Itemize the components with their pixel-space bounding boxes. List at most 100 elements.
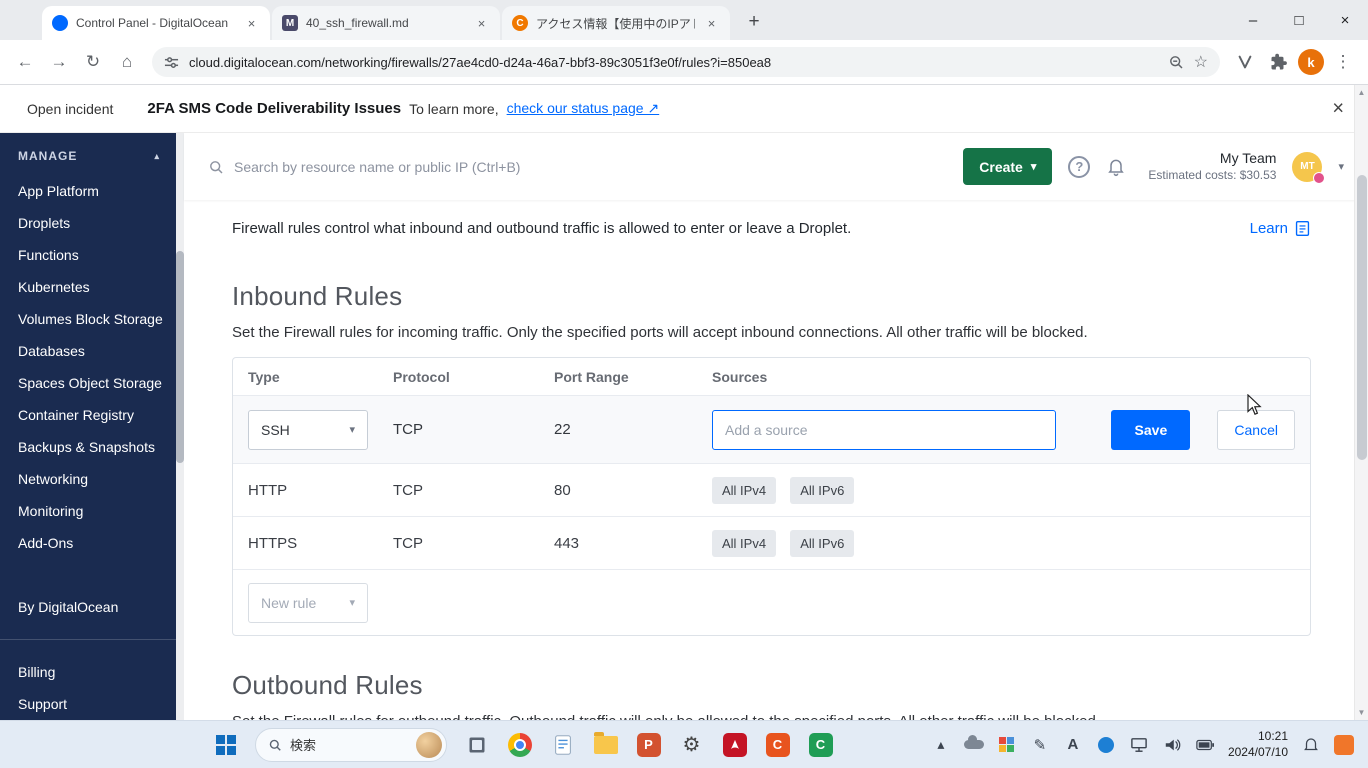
extensions-puzzle-icon[interactable] <box>1264 47 1294 77</box>
sidebar-section-manage[interactable]: MANAGE ▴ <box>0 139 184 175</box>
scroll-down-icon[interactable]: ▼ <box>1355 708 1368 717</box>
acrobat-icon[interactable] <box>721 731 748 758</box>
screen: Control Panel - DigitalOcean × M 40_ssh_… <box>0 0 1368 768</box>
app-red-icon[interactable]: C <box>764 731 791 758</box>
sidebar-item-billing[interactable]: Billing <box>0 656 184 688</box>
volume-icon[interactable] <box>1162 735 1182 755</box>
file-explorer-icon[interactable] <box>592 731 619 758</box>
settings-gear-icon[interactable]: ⚙ <box>678 731 705 758</box>
tray-chevron-icon[interactable]: ▴ <box>931 735 951 755</box>
sidebar-item-by-digitalocean[interactable]: By DigitalOcean <box>0 591 184 623</box>
new-rule-select[interactable]: New rule ▾ <box>248 582 368 623</box>
sidebar-item-app-platform[interactable]: App Platform <box>0 175 184 207</box>
sidebar-scrollbar-thumb[interactable] <box>176 251 184 463</box>
sidebar-item-spaces[interactable]: Spaces Object Storage <box>0 367 184 399</box>
sidebar-item-networking[interactable]: Networking <box>0 463 184 495</box>
sidebar-item-backups[interactable]: Backups & Snapshots <box>0 431 184 463</box>
sidebar-item-functions[interactable]: Functions <box>0 239 184 271</box>
rule-sources: All IPv4 All IPv6 <box>712 529 1295 557</box>
create-button[interactable]: Create ▾ <box>963 148 1053 185</box>
sidebar-item-addons[interactable]: Add-Ons <box>0 527 184 559</box>
back-button[interactable]: ← <box>10 47 40 77</box>
status-page-link[interactable]: check our status page ↗ <box>507 100 660 117</box>
scroll-up-icon[interactable]: ▲ <box>1355 88 1368 97</box>
home-button[interactable]: ⌂ <box>112 47 142 77</box>
notifications-bell-icon[interactable] <box>1106 157 1126 177</box>
rule-type-value: SSH <box>261 421 290 438</box>
reload-button[interactable]: ↻ <box>78 47 108 77</box>
browser-menu-icon[interactable]: ⋮ <box>1328 47 1358 77</box>
bookmark-star-icon[interactable]: ☆ <box>1194 52 1208 72</box>
chevron-down-icon[interactable]: ▾ <box>1338 160 1344 173</box>
minimize-button[interactable]: – <box>1230 0 1276 40</box>
address-bar[interactable]: cloud.digitalocean.com/networking/firewa… <box>152 47 1220 77</box>
search-input[interactable] <box>234 158 664 175</box>
c-site-favicon: C <box>512 15 528 31</box>
rule-type-select[interactable]: SSH ▾ <box>248 409 368 450</box>
notepad-app-icon[interactable] <box>549 731 576 758</box>
digitalocean-favicon <box>52 15 68 31</box>
clock-time: 10:21 <box>1257 728 1288 743</box>
chevron-down-icon: ▾ <box>349 597 355 609</box>
tab-close-icon[interactable]: × <box>473 15 490 32</box>
notification-center-icon[interactable] <box>1301 735 1321 755</box>
sidebar-item-kubernetes[interactable]: Kubernetes <box>0 271 184 303</box>
add-source-input[interactable] <box>712 409 1056 450</box>
clock-date: 2024/07/10 <box>1227 744 1288 759</box>
banner-close-icon[interactable]: × <box>1332 97 1344 120</box>
start-button[interactable] <box>212 731 239 758</box>
page-scrollbar-thumb[interactable] <box>1357 175 1367 460</box>
sidebar-item-droplets[interactable]: Droplets <box>0 207 184 239</box>
https-rule-row[interactable]: HTTPS TCP 443 All IPv4 All IPv6 <box>233 516 1310 569</box>
maximize-button[interactable]: □ <box>1276 0 1322 40</box>
rule-protocol: TCP <box>393 481 423 499</box>
taskbar-search[interactable]: 検索 <box>255 727 447 762</box>
tab-close-icon[interactable]: × <box>243 15 260 32</box>
zoom-icon[interactable] <box>1168 54 1184 70</box>
tab-digitalocean[interactable]: Control Panel - DigitalOcean × <box>42 6 270 40</box>
browser-profile-avatar[interactable]: k <box>1298 49 1324 75</box>
extension-shield-icon[interactable] <box>1230 47 1260 77</box>
learn-link[interactable]: Learn <box>1250 220 1311 237</box>
chrome-icon[interactable] <box>506 731 533 758</box>
tab-access-info[interactable]: C アクセス情報【使用中のIPアドレス… × <box>502 6 730 40</box>
http-rule-row[interactable]: HTTP TCP 80 All IPv4 All IPv6 <box>233 463 1310 516</box>
battery-icon[interactable] <box>1195 735 1215 755</box>
table-header-row: Type Protocol Port Range Sources <box>233 358 1310 395</box>
pen-icon[interactable]: ✎ <box>1030 735 1050 755</box>
page-scrollbar[interactable]: ▲ ▼ <box>1354 85 1368 720</box>
sidebar: MANAGE ▴ App Platform Droplets Functions… <box>0 133 184 720</box>
ime-mode-indicator[interactable]: A <box>1063 735 1083 755</box>
tab-close-icon[interactable]: × <box>703 15 720 32</box>
forward-button[interactable]: → <box>44 47 74 77</box>
cancel-button[interactable]: Cancel <box>1217 409 1295 450</box>
task-view-icon[interactable] <box>463 731 490 758</box>
team-avatar[interactable]: MT <box>1292 151 1326 184</box>
tab-markdown-file[interactable]: M 40_ssh_firewall.md × <box>272 6 500 40</box>
teams-status-icon[interactable] <box>1096 735 1116 755</box>
tray-app-badge-icon[interactable] <box>1334 734 1354 755</box>
taskbar-clock[interactable]: 10:21 2024/07/10 <box>1228 729 1288 760</box>
new-tab-button[interactable]: + <box>740 8 768 36</box>
save-button[interactable]: Save <box>1111 409 1191 450</box>
sidebar-item-container-registry[interactable]: Container Registry <box>0 399 184 431</box>
sidebar-item-volumes[interactable]: Volumes Block Storage <box>0 303 184 335</box>
source-chip: All IPv6 <box>790 529 855 557</box>
sidebar-item-databases[interactable]: Databases <box>0 335 184 367</box>
search-highlight-icon <box>416 731 442 758</box>
onedrive-cloud-icon[interactable] <box>963 735 984 755</box>
site-info-icon[interactable] <box>164 55 179 70</box>
powerpoint-icon[interactable]: P <box>635 731 662 758</box>
sidebar-item-support[interactable]: Support <box>0 688 184 720</box>
system-tray: ▴ ✎ A 10:21 2024/07/10 <box>931 729 1360 760</box>
main-panel: Create ▾ ? My Team Estimated costs: $30.… <box>184 133 1368 720</box>
help-icon[interactable]: ? <box>1068 155 1091 178</box>
sidebar-item-monitoring[interactable]: Monitoring <box>0 495 184 527</box>
tray-grid-icon[interactable] <box>997 735 1017 755</box>
network-icon[interactable] <box>1129 735 1149 755</box>
sidebar-scrollbar[interactable] <box>176 133 184 720</box>
close-button[interactable]: × <box>1322 0 1368 40</box>
resource-search[interactable] <box>208 158 947 175</box>
tab-title: アクセス情報【使用中のIPアドレス… <box>536 16 695 31</box>
app-green-icon[interactable]: C <box>807 731 834 758</box>
